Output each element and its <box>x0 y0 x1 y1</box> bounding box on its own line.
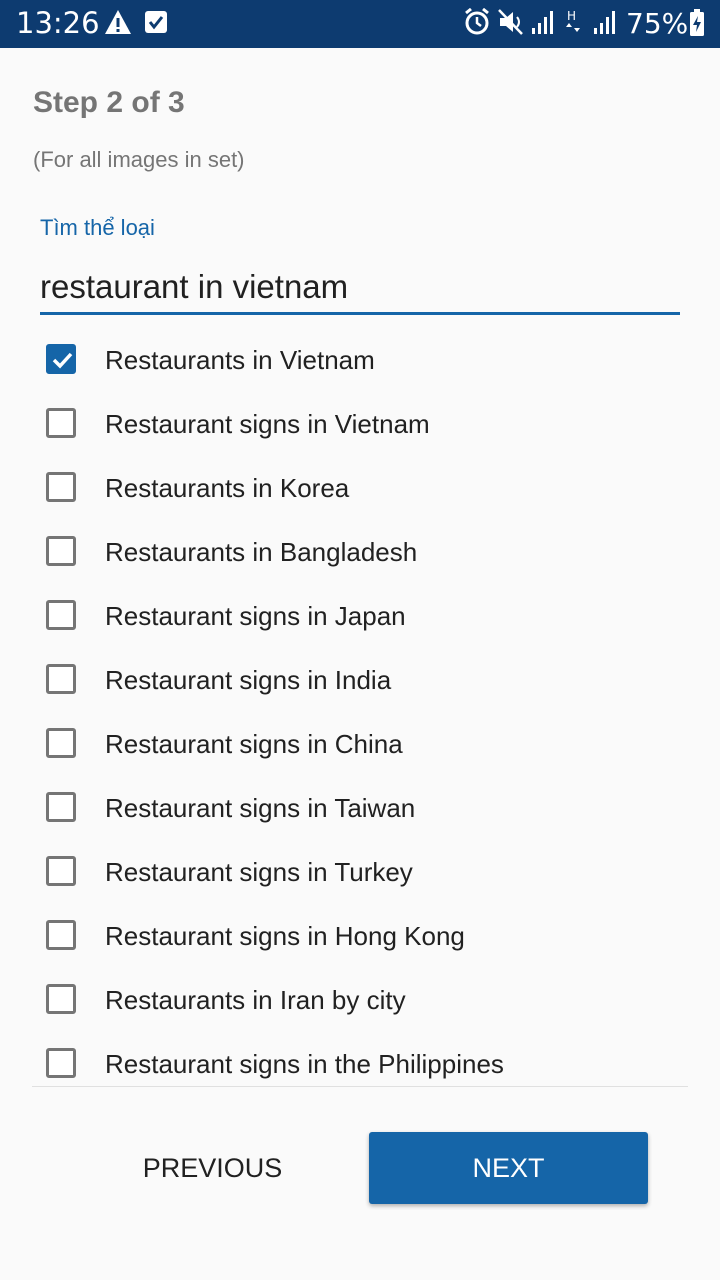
checkbox-unchecked[interactable] <box>46 472 76 502</box>
category-label: Restaurant signs in Japan <box>105 601 406 631</box>
checkbox-unchecked[interactable] <box>46 536 76 566</box>
category-list-item[interactable]: Restaurant signs in China <box>32 714 688 778</box>
category-list-item[interactable]: Restaurants in Bangladesh <box>32 522 688 586</box>
signal-icon <box>594 11 615 34</box>
status-time: 13:26 <box>16 6 100 40</box>
category-list-item[interactable]: Restaurant signs in India <box>32 650 688 714</box>
checkmark-icon <box>52 352 73 369</box>
category-list-item[interactable]: Restaurant signs in Vietnam <box>32 394 688 458</box>
checkbox-unchecked[interactable] <box>46 792 76 822</box>
checkbox-unchecked[interactable] <box>46 984 76 1014</box>
category-label: Restaurants in Korea <box>105 473 350 503</box>
category-label: Restaurant signs in Hong Kong <box>105 921 465 951</box>
checkbox-unchecked[interactable] <box>46 1048 76 1078</box>
mute-icon <box>498 9 523 35</box>
category-list-item[interactable]: Restaurant signs in Taiwan <box>32 778 688 842</box>
category-label: Restaurant signs in the Philippines <box>105 1049 504 1079</box>
category-list-item[interactable]: Restaurants in Korea <box>32 458 688 522</box>
category-list-item[interactable]: Restaurant signs in Hong Kong <box>32 906 688 970</box>
category-label: Restaurants in Iran by city <box>105 985 406 1015</box>
category-label: Restaurants in Vietnam <box>105 345 375 375</box>
category-search-label: Tìm thể loại <box>40 215 155 240</box>
category-list-item[interactable]: Restaurants in Iran by city <box>32 970 688 1034</box>
category-label: Restaurant signs in China <box>105 729 403 759</box>
step-subtitle: (For all images in set) <box>33 147 245 172</box>
signal-icon <box>532 11 553 34</box>
category-search-input[interactable] <box>40 262 680 315</box>
step-indicator: Step 2 of 3 <box>33 86 185 119</box>
checkbox-unchecked[interactable] <box>46 664 76 694</box>
category-list-item[interactable]: Restaurant signs in Turkey <box>32 842 688 906</box>
category-label: Restaurant signs in Turkey <box>105 857 413 887</box>
next-button[interactable]: NEXT <box>369 1132 648 1204</box>
battery-percent: 75% <box>626 7 689 40</box>
category-list[interactable]: Restaurants in Vietnam Restaurant signs i… <box>32 330 688 1087</box>
alarm-icon <box>465 8 489 35</box>
svg-text:H: H <box>567 9 576 23</box>
checkbox-unchecked[interactable] <box>46 856 76 886</box>
warning-icon <box>105 10 131 34</box>
category-label: Restaurant signs in India <box>105 665 392 695</box>
checkbox-notification-icon <box>145 11 167 33</box>
category-label: Restaurant signs in Taiwan <box>105 793 416 823</box>
category-label: Restaurant signs in Vietnam <box>105 409 430 439</box>
category-list-item[interactable]: Restaurant signs in the Philippines <box>32 1034 688 1086</box>
data-h-icon: H <box>566 9 580 32</box>
previous-button[interactable]: PREVIOUS <box>90 1132 335 1204</box>
checkbox-unchecked[interactable] <box>46 920 76 950</box>
battery-charging-icon <box>690 9 704 36</box>
checkbox-checked[interactable] <box>46 344 76 374</box>
category-list-item[interactable]: Restaurant signs in Japan <box>32 586 688 650</box>
status-bar: 13:26 H 75% <box>0 0 720 48</box>
checkbox-unchecked[interactable] <box>46 600 76 630</box>
category-label: Restaurants in Bangladesh <box>105 537 418 567</box>
checkbox-unchecked[interactable] <box>46 408 76 438</box>
category-list-item[interactable]: Restaurants in Vietnam <box>32 330 688 394</box>
checkbox-unchecked[interactable] <box>46 728 76 758</box>
